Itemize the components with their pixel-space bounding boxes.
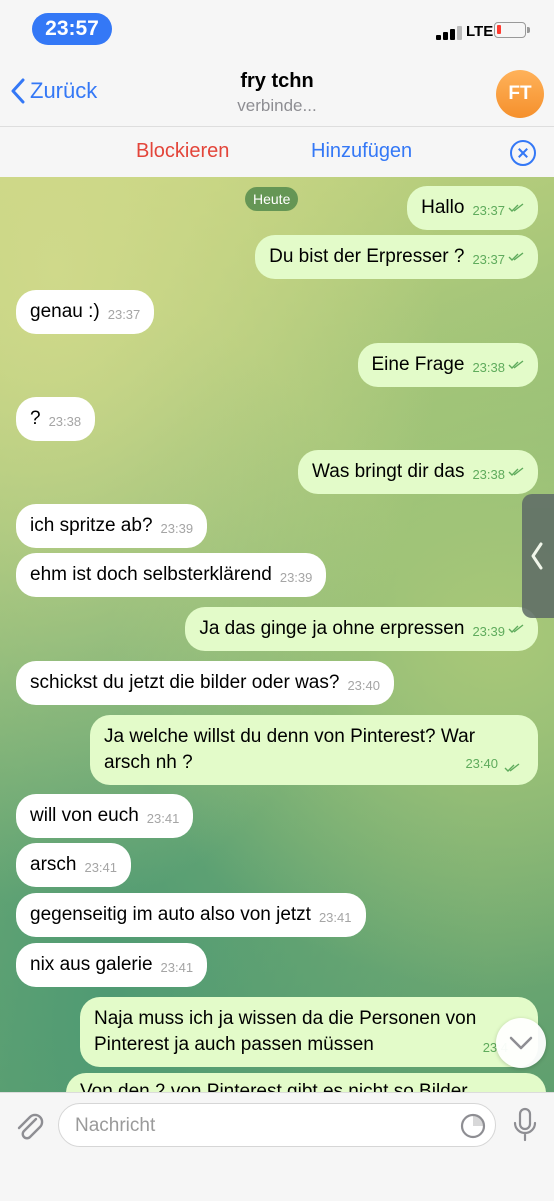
message-input-bar bbox=[0, 1092, 554, 1201]
block-button[interactable]: Blockieren bbox=[136, 140, 229, 163]
message-bubble[interactable]: Eine Frage 23:38 bbox=[357, 343, 538, 387]
message-input[interactable] bbox=[73, 1112, 437, 1140]
message-list[interactable]: Heute Hallo 23:37 Du bist der Erpresser ?… bbox=[0, 177, 554, 1092]
close-icon[interactable] bbox=[510, 140, 536, 166]
message-bubble[interactable]: nix aus galerie 23:41 bbox=[16, 943, 208, 987]
message-field[interactable] bbox=[58, 1103, 496, 1147]
message-bubble[interactable]: ehm ist doch selbsterklärend 23:39 bbox=[16, 553, 327, 597]
signal-icon bbox=[436, 24, 466, 40]
battery-icon bbox=[494, 22, 530, 38]
network-label: LTE bbox=[466, 23, 494, 40]
status-time[interactable]: 23:57 bbox=[32, 13, 112, 45]
message-bubble[interactable]: Naja muss ich ja wissen da die Personen … bbox=[80, 997, 538, 1067]
message-bubble[interactable]: gegenseitig im auto also von jetzt 23:41 bbox=[16, 893, 366, 937]
read-checkmark-icon bbox=[504, 763, 520, 772]
message-bubble[interactable]: ? 23:38 bbox=[16, 397, 96, 441]
sticker-icon[interactable] bbox=[459, 1112, 487, 1140]
microphone-icon[interactable] bbox=[512, 1107, 538, 1143]
attach-icon[interactable] bbox=[14, 1109, 44, 1143]
message-bubble[interactable]: genau :) 23:37 bbox=[16, 290, 155, 334]
message-bubble[interactable]: Hallo 23:37 bbox=[407, 186, 538, 230]
chat-header: Zurück fry tchn verbinde... FT bbox=[0, 58, 554, 126]
add-contact-button[interactable]: Hinzufügen bbox=[311, 140, 412, 163]
read-checkmark-icon bbox=[508, 360, 524, 369]
read-checkmark-icon bbox=[508, 252, 524, 261]
scroll-down-button[interactable] bbox=[496, 1018, 546, 1068]
contact-action-bar: Blockieren Hinzufügen bbox=[0, 126, 554, 178]
connection-status: verbinde... bbox=[237, 96, 317, 115]
date-separator: Heute bbox=[245, 187, 299, 211]
message-bubble[interactable]: will von euch 23:41 bbox=[16, 794, 194, 838]
message-bubble[interactable]: Von den 2 von Pinterest gibt es nicht so… bbox=[66, 1073, 546, 1092]
read-checkmark-icon bbox=[508, 467, 524, 476]
status-bar: 23:57 LTE bbox=[0, 0, 554, 58]
chat-title[interactable]: fry tchn bbox=[0, 70, 554, 93]
message-bubble[interactable]: Ja das ginge ja ohne erpressen 23:39 bbox=[185, 607, 538, 651]
message-bubble[interactable]: ich spritze ab? 23:39 bbox=[16, 504, 208, 548]
message-bubble[interactable]: Was bringt dir das 23:38 bbox=[298, 450, 538, 494]
chevron-down-icon bbox=[509, 1036, 533, 1050]
message-bubble[interactable]: Ja welche willst du denn von Pinterest? … bbox=[90, 715, 538, 785]
read-checkmark-icon bbox=[508, 624, 524, 633]
message-bubble[interactable]: Du bist der Erpresser ? 23:37 bbox=[255, 235, 538, 279]
read-checkmark-icon bbox=[508, 203, 524, 212]
sidebar-toggle[interactable] bbox=[522, 494, 554, 618]
message-bubble[interactable]: arsch 23:41 bbox=[16, 843, 132, 887]
sidebar-chevron-icon bbox=[531, 542, 543, 570]
message-bubble[interactable]: schickst du jetzt die bilder oder was? 23… bbox=[16, 661, 394, 705]
avatar[interactable]: FT bbox=[496, 70, 544, 118]
